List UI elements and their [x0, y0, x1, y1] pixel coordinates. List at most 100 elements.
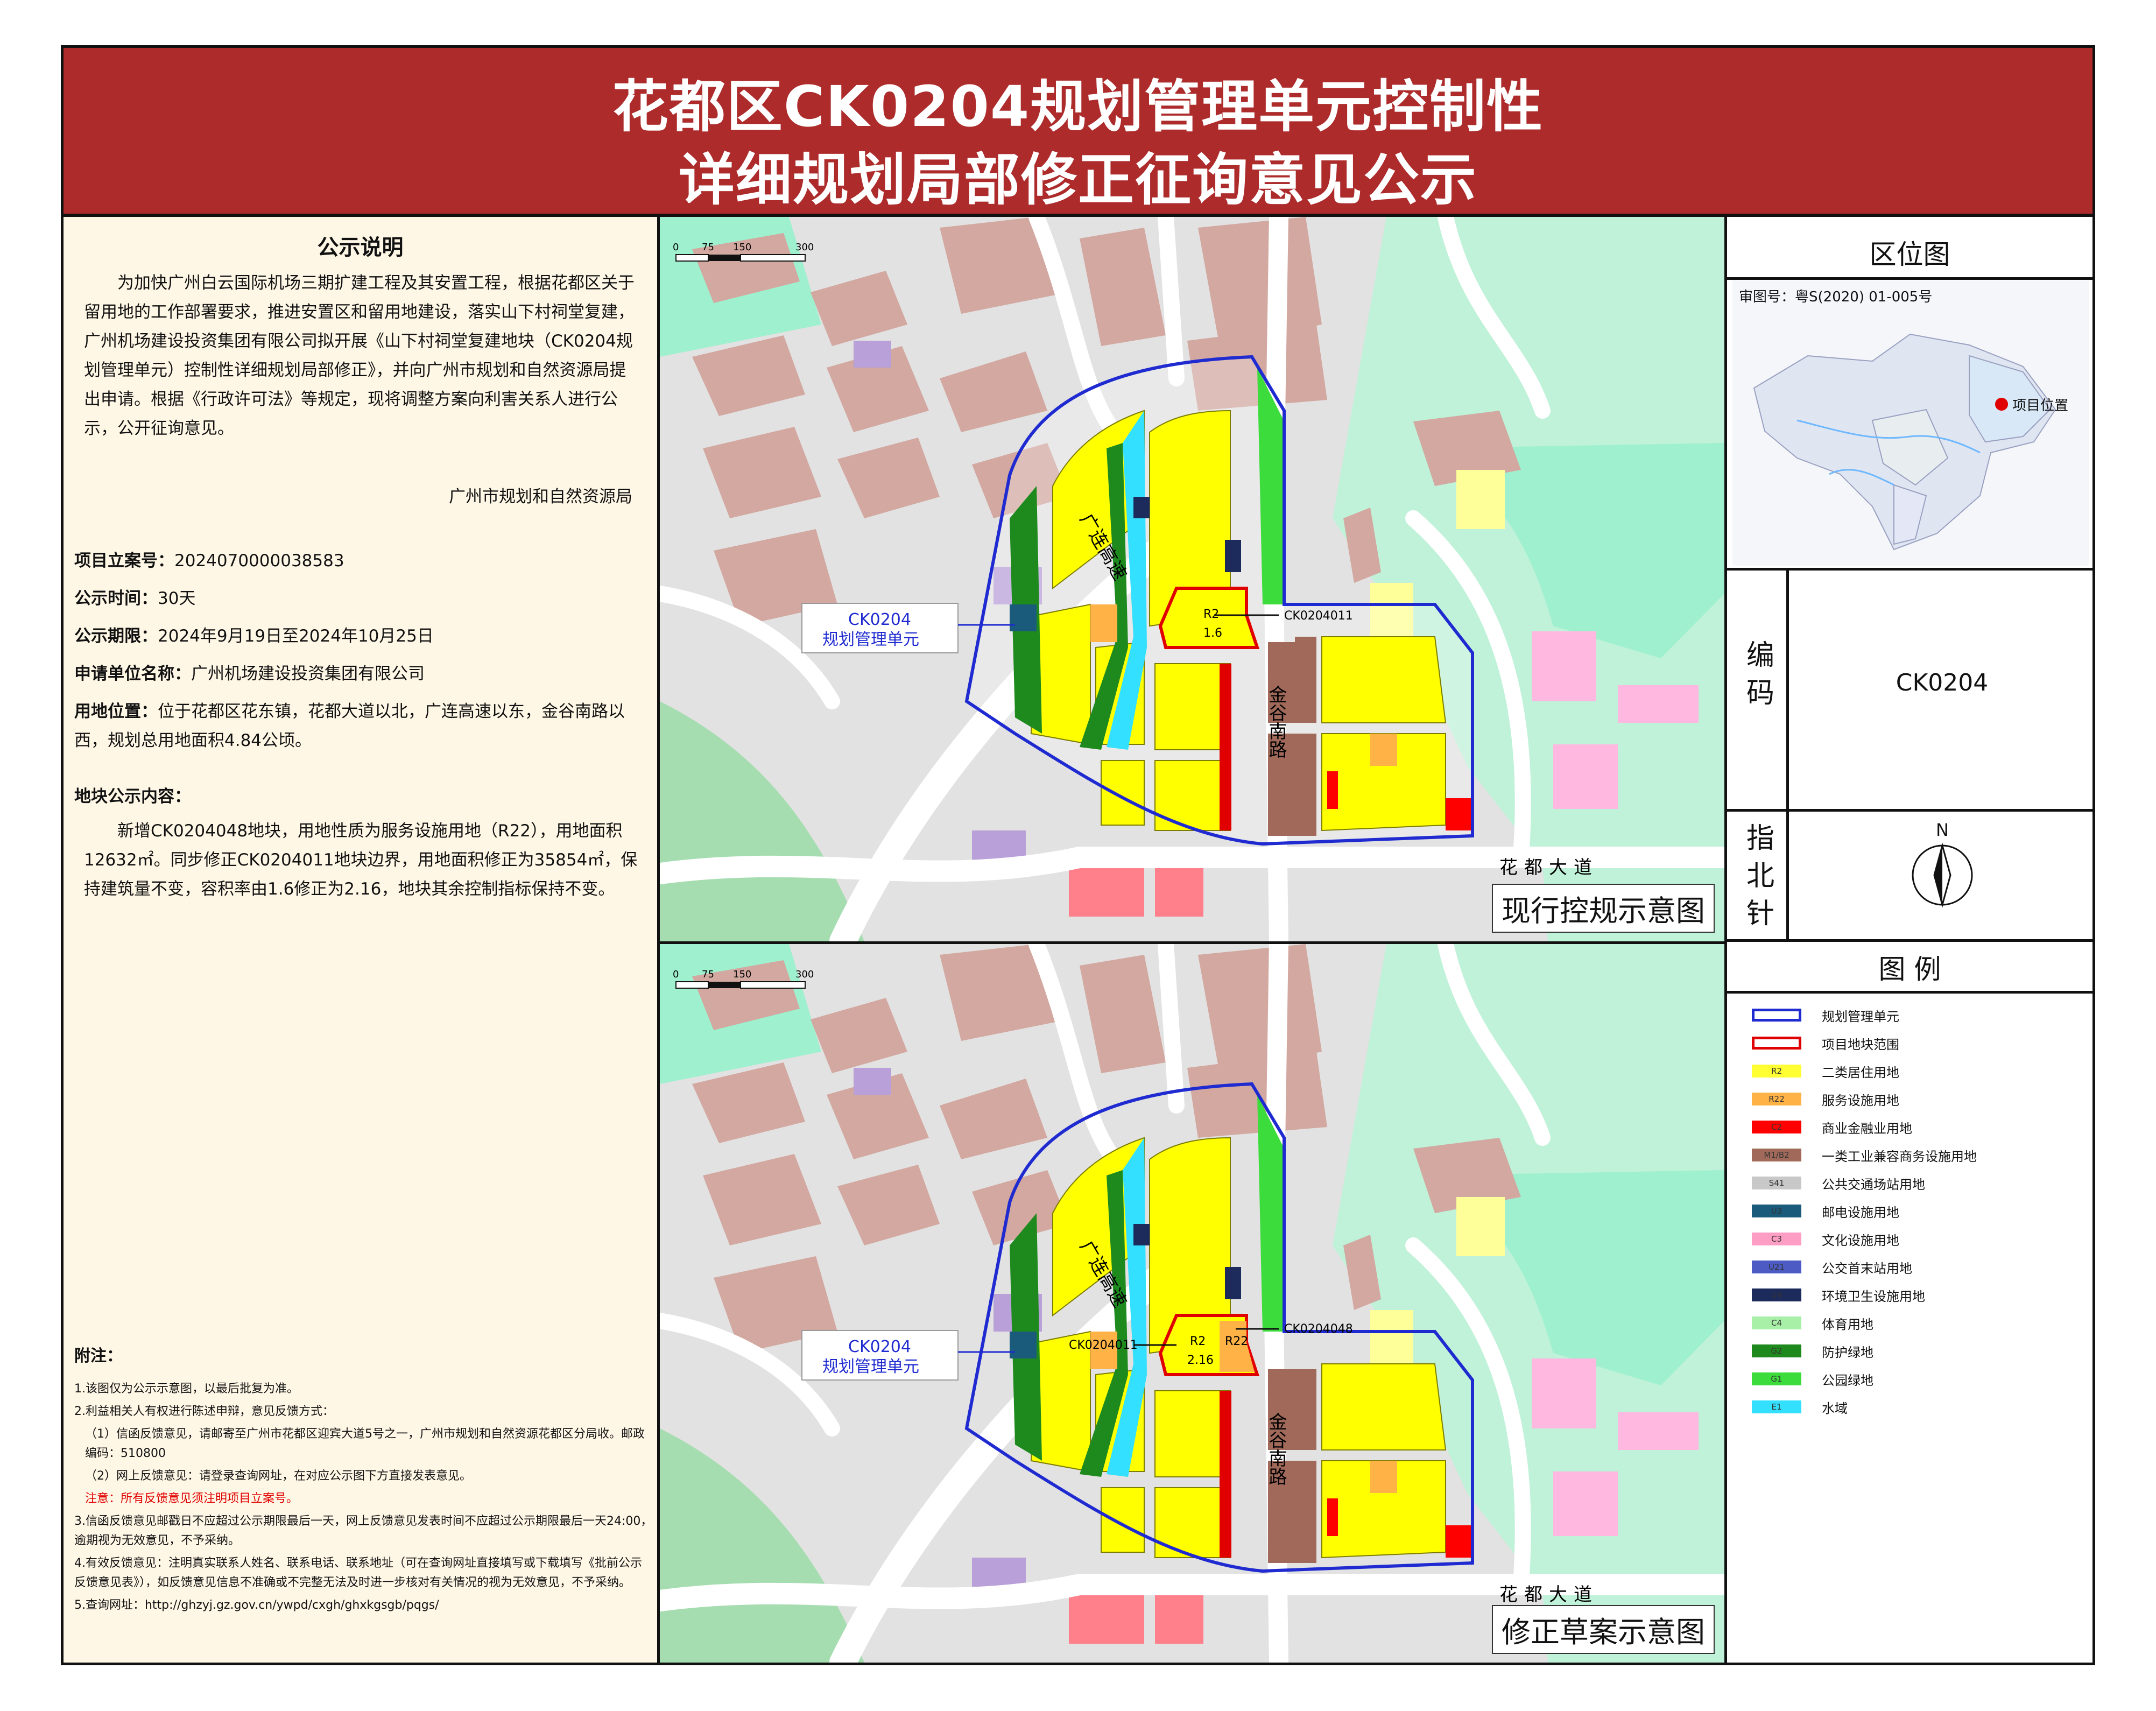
legend-item: U4 环境卫生设施用地	[1752, 1287, 1925, 1304]
legend-item: R22 服务设施用地	[1752, 1091, 1899, 1108]
legend-swatch: U21	[1752, 1261, 1801, 1273]
legend-item: C2 商业金融业用地	[1752, 1119, 1912, 1136]
note-3: 3.信函反馈意见邮戳日不应超过公示期限最后一天，网上反馈意见发表时间不应超过公示…	[74, 1515, 653, 1547]
right-panel: 区位图 审图号：粤S(2020) 01-005号 项目位置 编码 CK0204 …	[1724, 217, 2092, 1663]
notice-title: 公示说明	[317, 235, 404, 260]
road-jingu-current: 金谷南路	[1265, 685, 1287, 758]
legend-label: 公园绿地	[1822, 1372, 1873, 1388]
legend-label: 商业金融业用地	[1822, 1121, 1912, 1136]
location-row: 用地位置：位于花都区花东镇，花都大道以北，广连高速以东，金谷南路以西，规划总用地…	[74, 702, 625, 750]
content-body: 新增CK0204048地块，用地性质为服务设施用地（R22），用地面积12632…	[84, 821, 638, 899]
svg-text:0: 0	[673, 242, 679, 253]
note-2a: （1）信函反馈意见，请邮寄至广州市花都区迎宾大道5号之一，广州市规划和自然资源花…	[85, 1427, 645, 1460]
legend-label: 二类居住用地	[1822, 1065, 1899, 1080]
road-huadu-revised: 花都大道	[1499, 1584, 1598, 1606]
unit-label-revised-1: CK0204	[848, 1337, 911, 1356]
legend-label: 服务设施用地	[1822, 1093, 1899, 1108]
notes-list: 1.该图仅为公示示意图，以最后批复为准。 2.利益相关人有权进行陈述申辩，意见反…	[74, 1379, 653, 1615]
legend-swatch: U3	[1752, 1205, 1801, 1217]
legend-item: G2 防护绿地	[1752, 1343, 1873, 1360]
note-2: 2.利益相关人有权进行陈述申辩，意见反馈方式：	[74, 1405, 334, 1418]
note-5: 5.查询网址：http://ghzyj.gz.gov.cn/ywpd/cxgh/…	[74, 1599, 439, 1612]
legend-title: 图 例	[1878, 954, 1941, 985]
legend-label: 一类工业兼容商务设施用地	[1822, 1149, 1977, 1164]
location-map: 审图号：粤S(2020) 01-005号 项目位置	[1732, 280, 2089, 566]
legend-item: M1/B2 一类工业兼容商务设施用地	[1752, 1147, 1977, 1164]
legend-label: 水域	[1822, 1400, 1848, 1416]
duration: 30天	[158, 589, 196, 608]
code-value: CK0204	[1896, 669, 1989, 696]
map-revised-svg: R2 R22 2.16 CK0204048 CK0204011 广连高速 金谷南…	[660, 944, 1724, 1663]
unit-label-current-2: 规划管理单元	[822, 630, 919, 649]
legend-swatch: G1	[1752, 1372, 1801, 1385]
note-2b: （2）网上反馈意见：请登录查询网址，在对应公示图下方直接发表意见。	[85, 1469, 471, 1483]
legend-swatch: C2	[1752, 1121, 1801, 1133]
applicant: 广州机场建设投资集团有限公司	[191, 664, 425, 684]
legend-item: C3 文化设施用地	[1752, 1231, 1899, 1248]
legend-label: 公共交通场站用地	[1822, 1177, 1925, 1192]
svg-text:300: 300	[795, 242, 814, 253]
legend-swatch: G2	[1752, 1344, 1801, 1357]
svg-text:75: 75	[702, 242, 714, 253]
duration-row: 公示时间：30天	[74, 589, 196, 608]
legend-swatch: C4	[1752, 1316, 1801, 1329]
legend-swatch: M1/B2	[1752, 1149, 1801, 1161]
callout-current: CK0204011	[1284, 609, 1353, 623]
legend-item: U3 邮电设施用地	[1752, 1203, 1899, 1220]
note-4: 4.有效反馈意见：注明真实联系人姓名、联系电话、联系地址（可在查询网址直接填写或…	[74, 1557, 642, 1589]
title-line-1: 花都区CK0204规划管理单元控制性	[612, 74, 1544, 139]
svg-text:0: 0	[673, 969, 679, 980]
svg-text:150: 150	[733, 969, 751, 980]
project-location-label: 项目位置	[2012, 398, 2069, 414]
unit-label-current-1: CK0204	[848, 610, 911, 629]
callout-left-revised: CK0204011	[1069, 1339, 1138, 1352]
legend-swatch	[1752, 1009, 1801, 1022]
legend-label: 防护绿地	[1822, 1344, 1873, 1360]
period-row: 公示期限：2024年9月19日至2024年10月25日	[74, 626, 434, 646]
location-map-title: 区位图	[1869, 239, 1950, 270]
legend-item: C4 体育用地	[1752, 1315, 1873, 1332]
north-arrow-icon: N	[1910, 820, 1975, 912]
road-huadu-current: 花都大道	[1499, 857, 1598, 878]
map-revised: R2 R22 2.16 CK0204048 CK0204011 广连高速 金谷南…	[660, 941, 1724, 1663]
project-location-marker-icon	[1995, 398, 2008, 411]
legend-swatch: C3	[1752, 1233, 1801, 1245]
period: 2024年9月19日至2024年10月25日	[158, 626, 434, 646]
plot-far-revised: 2.16	[1187, 1354, 1214, 1367]
legend-item: E1 水域	[1752, 1399, 1848, 1416]
legend-label: 公交首末站用地	[1822, 1261, 1912, 1276]
code-label: 编码	[1746, 639, 1774, 709]
legend-swatch: S41	[1752, 1177, 1801, 1189]
legend-swatch: E1	[1752, 1400, 1801, 1413]
legend-item: U21 公交首末站用地	[1752, 1259, 1912, 1276]
applicant-row: 申请单位名称：广州机场建设投资集团有限公司	[74, 664, 425, 684]
content-label: 地块公示内容：	[74, 787, 191, 806]
map-current: R2 1.6 CK0204011 广连高速 金谷南路 花都大道 CK0204 规…	[660, 217, 1724, 941]
map-revised-caption: 修正草案示意图	[1492, 1605, 1715, 1654]
plot-code-b-revised: R22	[1225, 1335, 1248, 1348]
notes-title: 附注：	[74, 1347, 123, 1365]
map-current-caption: 现行控规示意图	[1492, 884, 1715, 933]
unit-label-revised-2: 规划管理单元	[822, 1357, 919, 1376]
title-line-2: 详细规划局部修正征询意见公示	[678, 147, 1477, 213]
plot-far-current: 1.6	[1203, 626, 1222, 640]
legend-label: 文化设施用地	[1822, 1233, 1899, 1248]
legend-item: 项目地块范围	[1752, 1035, 1899, 1052]
callout-right-revised: CK0204048	[1284, 1322, 1353, 1336]
svg-text:150: 150	[733, 242, 751, 253]
project-no-row: 项目立案号：2024070000038583	[74, 551, 344, 571]
note-2c: 注意：所有反馈意见须注明项目立案号。	[85, 1492, 299, 1505]
legend-swatch: R2	[1752, 1065, 1801, 1078]
legend-label: 邮电设施用地	[1822, 1205, 1899, 1220]
legend-item: 规划管理单元	[1752, 1007, 1899, 1024]
road-jingu-revised: 金谷南路	[1265, 1412, 1287, 1485]
notice-body: 为加快广州白云国际机场三期扩建工程及其安置工程，根据花都区关于留用地的工作部署要…	[84, 273, 635, 438]
legend-label: 项目地块范围	[1822, 1037, 1899, 1052]
legend-label: 体育用地	[1822, 1316, 1873, 1332]
legend-item: R2 二类居住用地	[1752, 1063, 1899, 1080]
project-no: 2024070000038583	[174, 551, 344, 571]
approval-no: 审图号：粤S(2020) 01-005号	[1739, 289, 1933, 305]
legend-swatch: U4	[1752, 1288, 1801, 1301]
svg-text:300: 300	[795, 969, 814, 980]
notice-panel: 公示说明 为加快广州白云国际机场三期扩建工程及其安置工程，根据花都区关于留用地的…	[64, 217, 660, 1663]
